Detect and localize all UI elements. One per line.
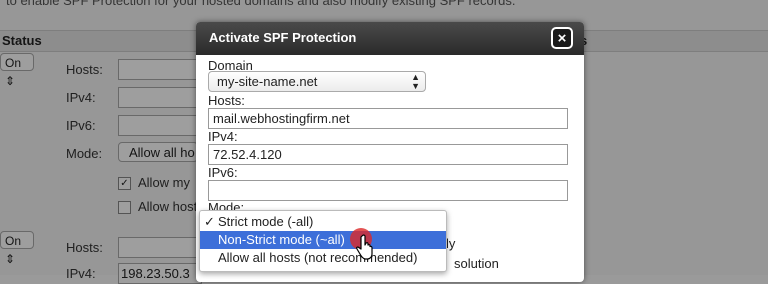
option-label: Non-Strict mode (~all) xyxy=(218,232,345,247)
ipv6-label: IPv6: xyxy=(208,165,238,180)
ipv6-input[interactable] xyxy=(208,180,568,201)
ipv4-input[interactable] xyxy=(118,87,200,108)
option-text-fragment: ly xyxy=(446,236,456,251)
dialog-title: Activate SPF Protection xyxy=(209,30,357,45)
mode-dropdown-menu: ✓ Strict mode (-all) Non-Strict mode (~a… xyxy=(199,210,447,272)
option-label: Strict mode (-all) xyxy=(218,214,314,229)
checkmark-icon: ✓ xyxy=(204,214,215,229)
ipv4-label: IPv4: xyxy=(208,129,238,144)
select-arrows-icon: ▲ ▼ xyxy=(411,72,420,91)
mode-label: Mode: xyxy=(66,146,103,161)
ipv6-input[interactable] xyxy=(118,115,200,136)
ipv6-label: IPv6: xyxy=(66,118,96,133)
hand-pointer-icon xyxy=(356,234,373,260)
option-non-strict-mode[interactable]: Non-Strict mode (~all) xyxy=(200,231,446,249)
hosts-label: Hosts: xyxy=(66,62,103,77)
hosts-input[interactable]: mail.webhostingfirm.net xyxy=(208,108,568,129)
hosts-input-2[interactable] xyxy=(118,237,200,258)
option-allow-all-hosts[interactable]: Allow all hosts (not recommended) xyxy=(200,249,446,267)
intro-text: to enable SPF Protection for your hosted… xyxy=(6,0,516,8)
allow-hosts-checkbox[interactable] xyxy=(118,201,131,214)
ipv4-label: IPv4: xyxy=(66,90,96,105)
allow-my-label: Allow my xyxy=(138,175,191,190)
allow-hosts-label: Allow host xyxy=(138,199,198,214)
status-select-2[interactable]: On ⇕ xyxy=(0,231,34,266)
domain-select[interactable]: my-site-name.net ▲ ▼ xyxy=(208,71,426,92)
hosts-input[interactable] xyxy=(118,59,200,80)
ipv4-input[interactable]: 72.52.4.120 xyxy=(208,144,568,165)
ipv4-label-2: IPv4: xyxy=(66,266,96,281)
hosts-label-2: Hosts: xyxy=(66,240,103,255)
option-strict-mode[interactable]: ✓ Strict mode (-all) xyxy=(200,213,446,231)
dialog-header: Activate SPF Protection xyxy=(196,22,584,55)
status-select[interactable]: On ⇕ xyxy=(0,53,34,88)
column-status: Status xyxy=(2,33,42,48)
option-label: Allow all hosts (not recommended) xyxy=(218,250,418,265)
hosts-label: Hosts: xyxy=(208,93,245,108)
close-button[interactable]: × xyxy=(551,27,573,49)
mode-select[interactable]: Allow all ho xyxy=(118,142,198,162)
ipv4-input-2[interactable]: 198.23.50.3 xyxy=(118,263,202,284)
allow-my-checkbox[interactable]: ✓ xyxy=(118,177,131,190)
option-text-fragment-2: solution xyxy=(454,256,499,271)
domain-value: my-site-name.net xyxy=(217,74,318,89)
